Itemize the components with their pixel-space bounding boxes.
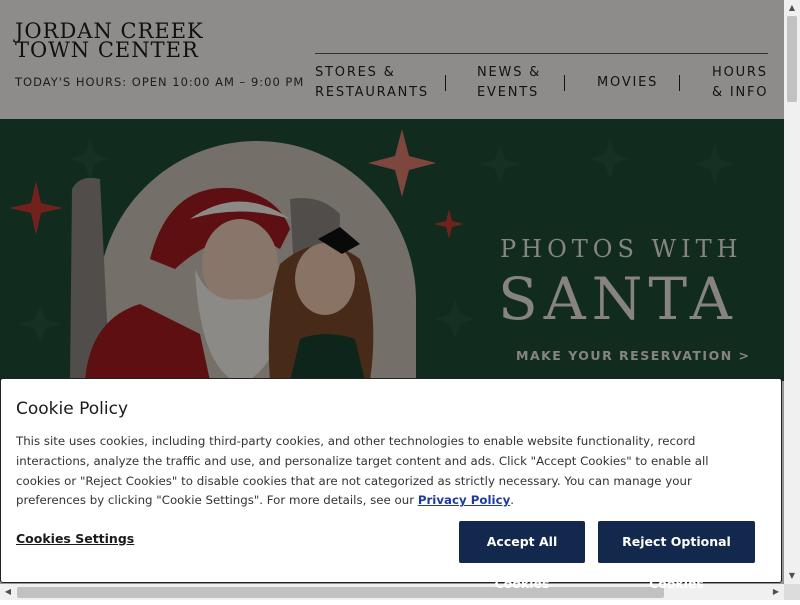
accept-all-cookies-button[interactable]: Accept All Cookies	[459, 521, 585, 591]
scroll-left-arrow-icon[interactable]: ◀	[0, 584, 16, 600]
vertical-scroll-thumb[interactable]	[787, 16, 797, 102]
privacy-policy-link[interactable]: Privacy Policy	[418, 493, 510, 507]
scroll-up-arrow-icon[interactable]: ▲	[784, 0, 800, 16]
scrollbar-corner	[784, 584, 800, 600]
horizontal-scroll-thumb[interactable]	[17, 587, 664, 598]
cookie-body-text: This site uses cookies, including third-…	[16, 434, 709, 508]
cookie-title: Cookie Policy	[16, 399, 129, 419]
cookie-banner: Cookie Policy This site uses cookies, in…	[0, 378, 782, 591]
reject-optional-cookies-button[interactable]: Reject Optional Cookies	[598, 521, 755, 591]
cookie-body-end: .	[510, 493, 515, 508]
cookie-description: This site uses cookies, including third-…	[16, 432, 731, 511]
scroll-right-arrow-icon[interactable]: ▶	[768, 584, 784, 600]
scroll-down-arrow-icon[interactable]: ▼	[784, 568, 800, 584]
cookies-settings-link[interactable]: Cookies Settings	[16, 531, 134, 546]
